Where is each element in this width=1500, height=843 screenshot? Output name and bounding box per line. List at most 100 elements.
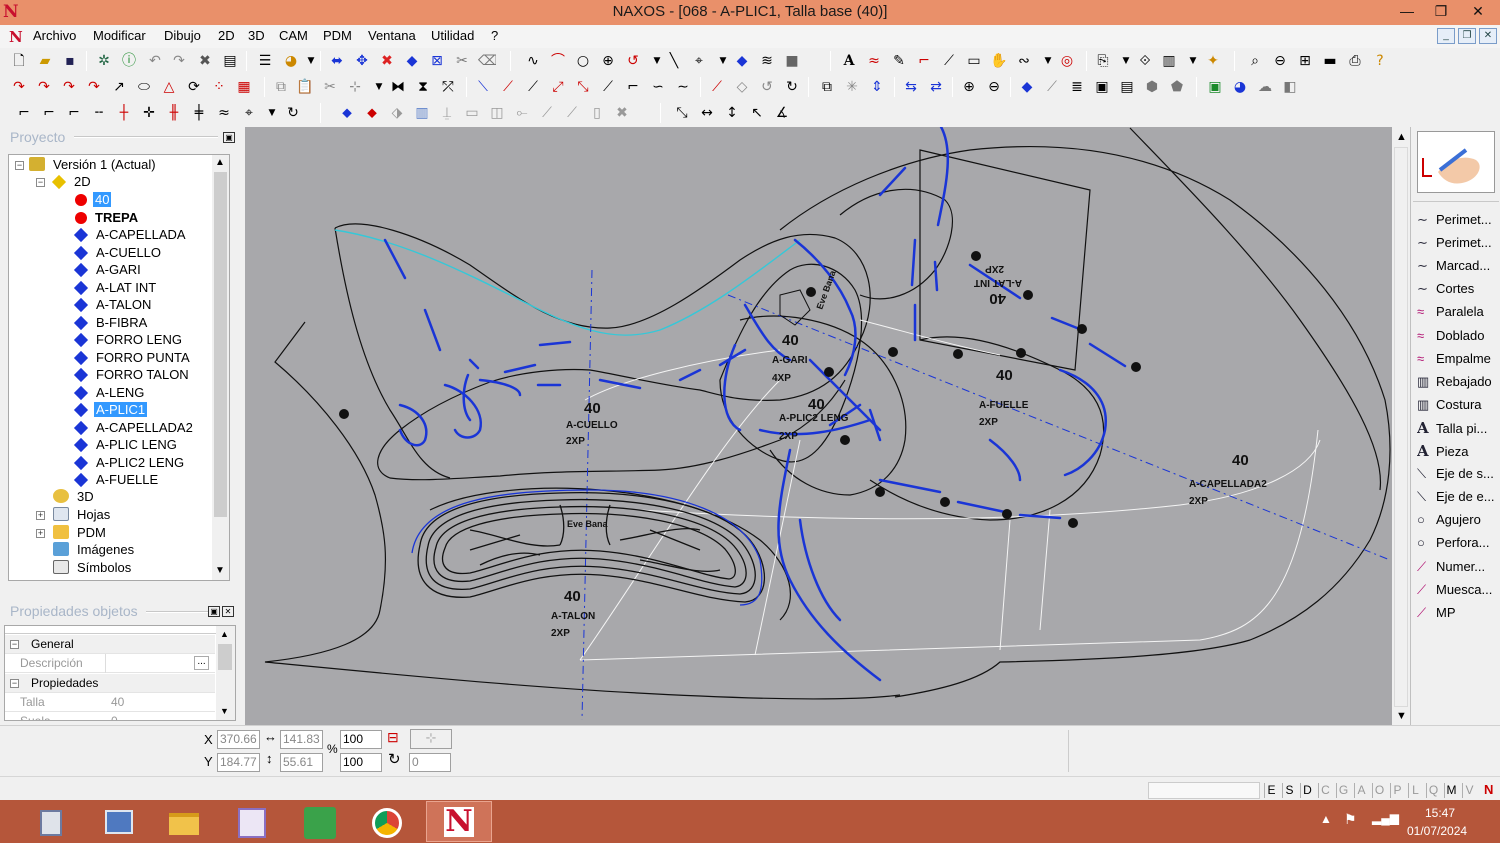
taskbar-chrome[interactable] — [358, 801, 416, 842]
rotation-field[interactable]: 0 — [409, 753, 451, 772]
align-icon[interactable]: ⊹ — [346, 78, 364, 96]
tree-item-b-fibra[interactable]: B-FIBRA — [73, 314, 149, 331]
tree-expand-hojas-icon[interactable]: + — [36, 511, 45, 520]
menu-archivo[interactable]: Archivo — [33, 28, 76, 43]
tray-time[interactable]: 15:47 — [1425, 806, 1455, 820]
tree-item-a-leng[interactable]: A-LENG — [73, 384, 146, 401]
save-icon[interactable]: ▪ — [61, 52, 79, 70]
tree-item-40[interactable]: 40 — [75, 191, 112, 208]
fillet-icon[interactable]: ⌐ — [915, 52, 933, 70]
move-cross-icon[interactable]: ✛ — [140, 104, 158, 122]
tool-cortes[interactable]: ∼ Cortes — [1417, 278, 1500, 300]
export-dropdown-icon[interactable]: ▼ — [1117, 52, 1135, 70]
menu-modificar[interactable]: Modificar — [93, 28, 146, 43]
tree-node-3d[interactable]: 3D — [53, 488, 96, 505]
tree-node-imagenes[interactable]: Imágenes — [53, 541, 136, 558]
status-toggle-l[interactable]: L — [1408, 783, 1422, 798]
width-field[interactable]: 141.83 — [280, 730, 323, 749]
copy-icon[interactable]: ⧉ — [272, 78, 290, 96]
corner-2-icon[interactable]: ⌐ — [40, 104, 58, 122]
gray-tool-10-icon[interactable]: ✖ — [613, 104, 631, 122]
properties-icon[interactable]: ▤ — [221, 52, 239, 70]
gray-tool-9-icon[interactable]: ▯ — [588, 104, 606, 122]
taskbar-naxos[interactable]: N — [426, 801, 492, 842]
join-icon[interactable]: ⤱ — [439, 78, 457, 96]
new-file-icon[interactable]: 🗋 — [10, 52, 28, 70]
mirror-icon[interactable]: ⟐ — [1136, 52, 1154, 70]
explode-icon[interactable]: ✳ — [843, 78, 861, 96]
tree-node-hojas[interactable]: Hojas — [53, 506, 112, 523]
line-tool-2-icon[interactable]: ⟋ — [499, 78, 517, 96]
tool-perfora[interactable]: ○ Perfora... — [1417, 532, 1500, 554]
apply-transform-button[interactable]: ⊹ — [410, 729, 452, 749]
cloud-icon[interactable]: ☁ — [1256, 78, 1274, 96]
tray-network-icon[interactable]: ▂▄▆ — [1372, 811, 1399, 825]
status-toggle-m[interactable]: M — [1444, 783, 1458, 798]
tool-pieza[interactable]: A Pieza — [1417, 440, 1500, 462]
flip-h-icon[interactable]: ⧓ — [389, 78, 407, 96]
taskbar-calculator[interactable] — [22, 801, 80, 842]
status-toggle-g[interactable]: G — [1336, 783, 1350, 798]
drawing-canvas[interactable]: Eve Bana Eve Bana 40 A-CUELLO 2XP 40 A-T… — [245, 127, 1410, 725]
status-toggle-a[interactable]: A — [1354, 783, 1368, 798]
stack-icon[interactable]: ◧ — [1281, 78, 1299, 96]
eraser-icon[interactable]: ⌫ — [478, 52, 496, 70]
rotate-right-icon[interactable]: ↻ — [783, 78, 801, 96]
layer-2-icon[interactable]: ⟋ — [1043, 78, 1061, 96]
node-move-dropdown-icon[interactable]: ▼ — [263, 104, 281, 122]
status-toggle-c[interactable]: C — [1318, 783, 1332, 798]
node-dropdown-icon[interactable]: ▼ — [714, 52, 732, 70]
tree-scroll-thumb[interactable] — [214, 172, 227, 517]
line-tool-6-icon[interactable]: ⟋ — [599, 78, 617, 96]
status-toggle-o[interactable]: O — [1372, 783, 1386, 798]
line-tool-4-icon[interactable]: ⤢ — [549, 78, 567, 96]
tool-paralela[interactable]: ≈ Paralela — [1417, 301, 1500, 323]
tree-item-a-capellada2[interactable]: A-CAPELLADA2 — [73, 419, 195, 436]
curve-icon[interactable]: ∿ — [524, 52, 542, 70]
palette-icon[interactable]: ◕ — [282, 52, 300, 70]
measure-horizontal-icon[interactable]: ↔ — [698, 104, 716, 122]
gray-tool-4-icon[interactable]: ▭ — [463, 104, 481, 122]
properties-scrollbar[interactable]: ▲ ▼ — [216, 626, 235, 720]
scale-y-field[interactable]: 100 — [340, 753, 382, 772]
triangle-icon[interactable]: △ — [160, 78, 178, 96]
gray-tool-7-icon[interactable]: ⟋ — [538, 104, 556, 122]
double-cut-icon[interactable]: ╫ — [165, 104, 183, 122]
tree-item-a-lat-int[interactable]: A-LAT INT — [73, 279, 158, 296]
node-move-icon[interactable]: ⌖ — [240, 104, 258, 122]
redo-icon[interactable]: ↷ — [170, 52, 188, 70]
hand-icon[interactable]: ✋ — [990, 52, 1008, 70]
section-general[interactable]: − General — [5, 635, 215, 654]
image-icon[interactable]: ▣ — [1206, 78, 1224, 96]
layer-6-icon[interactable]: ⬢ — [1143, 78, 1161, 96]
status-toggle-e[interactable]: E — [1264, 783, 1278, 798]
zoom-in-icon[interactable]: ⊕ — [960, 78, 978, 96]
undo-icon[interactable]: ↶ — [146, 52, 164, 70]
tree-collapse-2d-icon[interactable]: − — [36, 178, 45, 187]
hide-icon[interactable]: ◇ — [733, 78, 751, 96]
minimize-button[interactable]: — — [1390, 0, 1424, 22]
tool-rebajado[interactable]: ▥ Rebajado — [1417, 371, 1500, 393]
gray-tool-8-icon[interactable]: ⟋ — [563, 104, 581, 122]
tool-marcad[interactable]: ∼ Marcad... — [1417, 255, 1500, 277]
open-folder-icon[interactable]: ▰ — [36, 52, 54, 70]
cut-icon[interactable]: ✂ — [321, 78, 339, 96]
talla-value[interactable]: 40 — [111, 693, 124, 712]
shape-tool-1-icon[interactable]: ↷ — [10, 78, 28, 96]
layer-3-icon[interactable]: ≣ — [1068, 78, 1086, 96]
tool-eje-de-e[interactable]: ⟍ Eje de e... — [1417, 486, 1500, 508]
settings-icon[interactable]: ✲ — [95, 52, 113, 70]
menu-pdm[interactable]: PDM — [323, 28, 352, 43]
corner-1-icon[interactable]: ⌐ — [15, 104, 33, 122]
line-tool-7-icon[interactable]: ⌐ — [624, 78, 642, 96]
box-select-icon[interactable]: ⊠ — [428, 52, 446, 70]
descripcion-browse-button[interactable]: ... — [194, 656, 209, 670]
properties-pin-icon[interactable]: ▣ — [208, 606, 220, 617]
zoom-out-icon[interactable]: ⊖ — [1271, 52, 1289, 70]
menu-ventana[interactable]: Ventana — [368, 28, 416, 43]
status-toggle-q[interactable]: Q — [1426, 783, 1440, 798]
ruler-icon[interactable]: ▬ — [1321, 52, 1339, 70]
tree-item-a-cuello[interactable]: A-CUELLO — [73, 244, 163, 261]
gray-tool-3-icon[interactable]: ⍊ — [438, 104, 456, 122]
export-icon[interactable]: ⎘ — [1094, 52, 1112, 70]
